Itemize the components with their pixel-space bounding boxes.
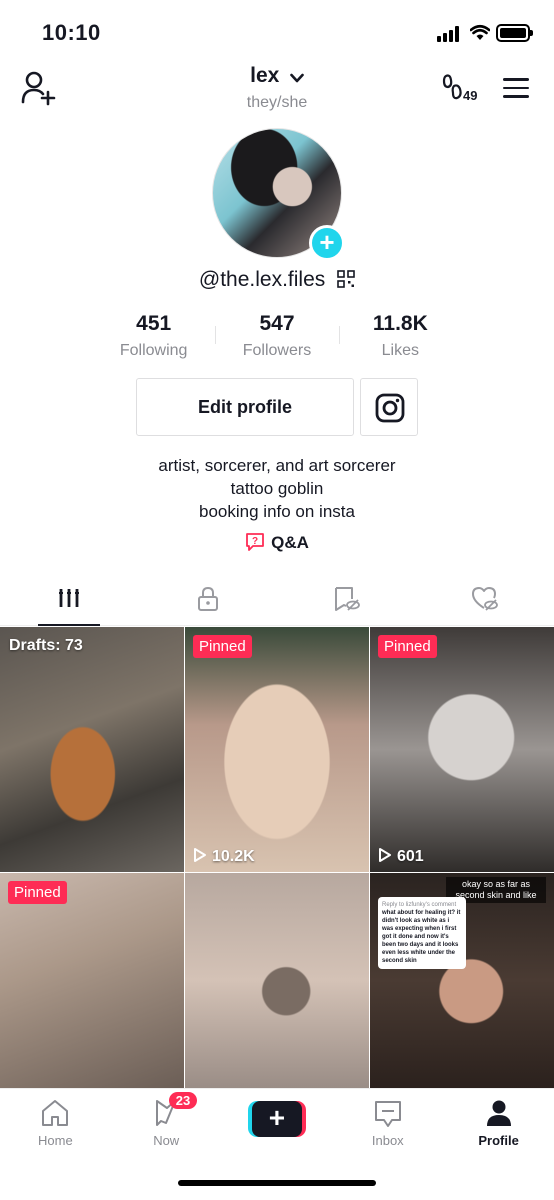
likes-label: Likes — [381, 342, 419, 359]
bookmark-hidden-icon — [335, 587, 361, 611]
qa-label: Q&A — [271, 533, 309, 552]
tab-liked[interactable] — [416, 578, 554, 625]
profile-tabs — [0, 578, 554, 626]
footprints-icon — [442, 74, 462, 100]
home-icon — [42, 1100, 69, 1126]
chevron-down-icon[interactable] — [290, 73, 304, 83]
pinned-badge: Pinned — [378, 635, 437, 658]
profile-views-button[interactable]: 49 — [442, 72, 486, 104]
liked-hidden-icon — [471, 587, 498, 611]
plus-icon: + — [251, 1101, 302, 1137]
nav-home[interactable]: Home — [0, 1089, 111, 1158]
svg-text:?: ? — [252, 536, 258, 547]
stat-following[interactable]: 451 Following — [92, 312, 215, 364]
bio: artist, sorcerer, and art sorcerer tatto… — [0, 454, 554, 523]
edit-profile-button[interactable]: Edit profile — [136, 378, 354, 436]
video-tile[interactable]: okay so as far as second skin and like R… — [370, 873, 554, 1088]
instagram-button[interactable] — [360, 378, 418, 436]
nav-now[interactable]: 23 Now — [111, 1089, 222, 1158]
video-tile[interactable]: Pinned — [0, 873, 184, 1088]
view-count-value: 601 — [397, 848, 424, 865]
nav-label: Inbox — [371, 1133, 404, 1148]
likes-count: 11.8K — [372, 312, 428, 335]
tab-favorites[interactable] — [277, 578, 416, 625]
stat-likes[interactable]: 11.8K Likes — [338, 312, 462, 364]
profile-header: lex they/she 49 — [0, 62, 554, 122]
nav-label: Now — [153, 1133, 180, 1148]
play-icon — [194, 848, 206, 862]
lock-icon — [197, 586, 218, 611]
view-count: 10.2K — [193, 847, 255, 866]
drafts-label: Drafts: 73 — [9, 637, 83, 654]
video-grid: Drafts: 73 Pinned 10.2K Pinned 601 Pinne… — [0, 627, 554, 1088]
followers-label: Followers — [242, 342, 312, 359]
username[interactable]: lex — [250, 64, 279, 87]
bottom-navigation: Home 23 Now + Inbox Profile — [0, 1088, 554, 1158]
status-time: 10:10 — [42, 20, 101, 45]
comment-reply-card: Reply to lizfunky's comment what about f… — [378, 897, 466, 969]
bio-line: tattoo goblin — [230, 479, 324, 498]
view-count-value: 10.2K — [212, 848, 255, 865]
create-video-button[interactable]: + — [247, 1101, 306, 1137]
tab-private[interactable] — [139, 578, 278, 625]
handle-row: @the.lex.files — [0, 268, 554, 292]
cellular-signal-icon — [437, 26, 463, 42]
status-bar: 10:10 — [0, 0, 554, 62]
bio-line: artist, sorcerer, and art sorcerer — [158, 456, 396, 475]
home-indicator — [178, 1180, 376, 1186]
qa-link[interactable]: ? Q&A — [0, 532, 554, 553]
nav-inbox[interactable]: Inbox — [332, 1089, 443, 1158]
videos-grid-icon — [59, 589, 80, 607]
tab-videos[interactable] — [0, 578, 139, 626]
add-avatar-plus-icon[interactable]: + — [309, 225, 345, 261]
nav-profile[interactable]: Profile — [443, 1089, 554, 1158]
video-tile[interactable] — [185, 873, 369, 1088]
bio-line: booking info on insta — [199, 502, 355, 521]
profile-stats: 451 Following 547 Followers 11.8K Likes — [92, 312, 462, 364]
pinned-badge: Pinned — [8, 881, 67, 904]
battery-icon — [496, 24, 533, 42]
inbox-icon — [374, 1101, 401, 1127]
reply-text: what about for healing it? it didn't loo… — [382, 910, 461, 964]
pinned-badge: Pinned — [193, 635, 252, 658]
menu-icon[interactable] — [503, 78, 529, 98]
nav-label: Home — [38, 1133, 73, 1148]
stat-followers[interactable]: 547 Followers — [215, 312, 338, 364]
drafts-tile[interactable]: Drafts: 73 — [0, 627, 184, 872]
followers-count: 547 — [259, 312, 295, 335]
video-tile[interactable]: Pinned 601 — [370, 627, 554, 872]
nav-label: Profile — [478, 1133, 519, 1148]
following-label: Following — [119, 342, 188, 359]
nav-create[interactable]: + — [222, 1089, 333, 1158]
user-handle: @the.lex.files — [198, 268, 326, 291]
instagram-icon — [375, 393, 405, 423]
notification-badge: 23 — [168, 1092, 198, 1109]
play-icon — [379, 848, 391, 862]
wifi-icon — [470, 24, 490, 40]
video-tile[interactable]: Pinned 10.2K — [185, 627, 369, 872]
view-count: 601 — [378, 847, 424, 866]
profile-views-count: 49 — [463, 88, 478, 103]
reply-header: Reply to lizfunky's comment — [382, 902, 457, 908]
profile-icon — [486, 1100, 511, 1126]
following-count: 451 — [136, 312, 172, 335]
qr-code-icon[interactable] — [337, 270, 355, 288]
question-bubble-icon: ? — [246, 533, 265, 551]
